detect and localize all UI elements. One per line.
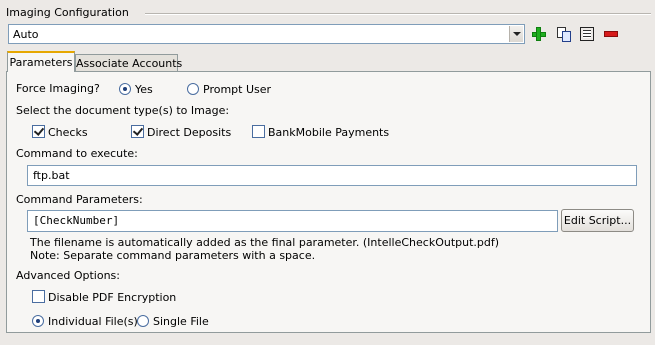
individual-files-radio[interactable] <box>32 315 44 327</box>
single-file-radio[interactable] <box>137 315 149 327</box>
force-imaging-yes-label: Yes <box>135 83 153 96</box>
chevron-down-icon[interactable] <box>509 26 523 42</box>
command-input[interactable]: ftp.bat <box>27 165 637 186</box>
add-icon[interactable] <box>530 25 548 43</box>
direct-deposits-checkbox[interactable] <box>131 125 144 138</box>
copy-icon[interactable] <box>555 25 573 43</box>
doc-types-label: Select the document type(s) to Image: <box>16 104 230 117</box>
command-params-input[interactable]: [CheckNumber] <box>27 210 558 232</box>
force-imaging-prompt-radio[interactable] <box>187 83 199 95</box>
command-params-label: Command Parameters: <box>16 193 143 206</box>
imaging-configuration-title: Imaging Configuration <box>6 6 129 19</box>
direct-deposits-label: Direct Deposits <box>147 126 232 139</box>
edit-script-button[interactable]: Edit Script... <box>561 209 634 232</box>
checks-label: Checks <box>48 126 88 139</box>
command-label: Command to execute: <box>16 147 138 160</box>
force-imaging-prompt-label: Prompt User <box>203 83 272 96</box>
force-imaging-yes-radio[interactable] <box>119 83 131 95</box>
single-file-label: Single File <box>153 315 209 328</box>
force-imaging-label: Force Imaging? <box>16 82 100 95</box>
imaging-profile-value: Auto <box>13 28 39 41</box>
tab-parameters[interactable]: Parameters <box>7 51 75 72</box>
filename-note: The filename is automatically added as t… <box>30 236 500 249</box>
checks-checkbox[interactable] <box>32 125 45 138</box>
advanced-options-label: Advanced Options: <box>16 269 120 282</box>
individual-files-label: Individual File(s) <box>48 315 138 328</box>
tab-associate-accounts[interactable]: Associate Accounts <box>75 54 182 71</box>
disable-pdf-encryption-label: Disable PDF Encryption <box>48 291 177 304</box>
group-divider <box>145 13 651 15</box>
list-icon[interactable] <box>578 25 596 43</box>
imaging-profile-select[interactable]: Auto <box>8 24 525 44</box>
remove-icon[interactable] <box>602 25 620 43</box>
bankmobile-payments-label: BankMobile Payments <box>268 126 390 139</box>
bankmobile-payments-checkbox[interactable] <box>252 125 265 138</box>
disable-pdf-encryption-checkbox[interactable] <box>32 290 45 303</box>
separator-note: Note: Separate command parameters with a… <box>30 249 316 262</box>
